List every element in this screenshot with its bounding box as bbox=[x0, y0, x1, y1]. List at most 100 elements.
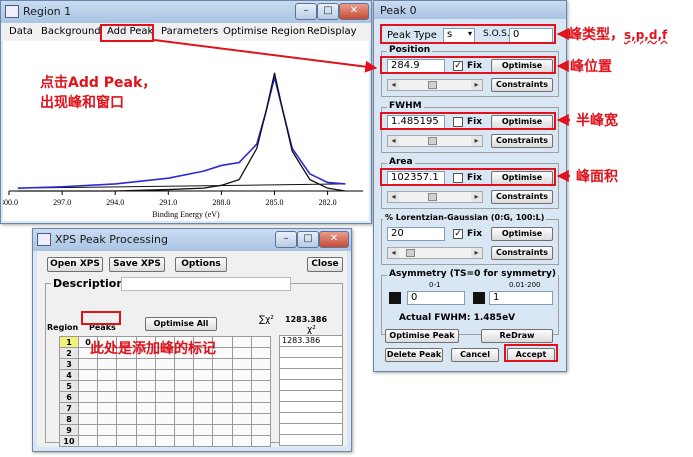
menu-optimise-region[interactable]: Optimise Region bbox=[223, 26, 305, 37]
row-number[interactable]: 10 bbox=[59, 435, 79, 447]
grid-cell[interactable] bbox=[231, 435, 252, 447]
grid-cell[interactable] bbox=[135, 358, 156, 370]
lg-optimise-button[interactable]: Optimise bbox=[491, 227, 553, 241]
grid-cell[interactable] bbox=[231, 369, 252, 381]
grid-cell[interactable] bbox=[154, 413, 175, 425]
grid-cell[interactable] bbox=[116, 358, 137, 370]
grid-cell[interactable] bbox=[154, 358, 175, 370]
asym-input-1[interactable]: 0 bbox=[407, 291, 465, 305]
row-number[interactable]: 3 bbox=[59, 358, 79, 370]
fwhm-slider[interactable]: ◂ ▸ bbox=[387, 135, 483, 147]
grid-cell[interactable] bbox=[193, 413, 214, 425]
grid-cell[interactable] bbox=[212, 413, 233, 425]
grid-cell[interactable] bbox=[135, 435, 156, 447]
grid-cell[interactable] bbox=[77, 424, 99, 436]
grid-cell[interactable] bbox=[173, 358, 195, 370]
delete-peak-button[interactable]: Delete Peak bbox=[385, 348, 443, 362]
fwhm-constraints-button[interactable]: Constraints bbox=[491, 134, 553, 148]
grid-cell[interactable] bbox=[135, 391, 156, 403]
grid-cell[interactable] bbox=[250, 336, 272, 348]
grid-cell[interactable] bbox=[97, 435, 118, 447]
open-xps-button[interactable]: Open XPS bbox=[47, 257, 103, 272]
menu-data[interactable]: Data bbox=[9, 26, 33, 37]
options-button[interactable]: Options bbox=[175, 257, 227, 272]
grid-cell[interactable] bbox=[231, 413, 252, 425]
peak-titlebar[interactable]: Peak 0 bbox=[374, 1, 566, 19]
grid-cell[interactable] bbox=[77, 380, 99, 392]
slider-thumb[interactable] bbox=[428, 193, 437, 201]
grid-cell[interactable] bbox=[193, 358, 214, 370]
grid-cell[interactable] bbox=[193, 369, 214, 381]
lg-fix-checkbox[interactable]: ✓ bbox=[453, 229, 463, 239]
description-input[interactable] bbox=[121, 277, 291, 291]
grid-cell[interactable] bbox=[193, 380, 214, 392]
xps-titlebar[interactable]: XPS Peak Processing – □ ✕ bbox=[33, 229, 351, 251]
row-number[interactable]: 5 bbox=[59, 380, 79, 392]
grid-cell[interactable] bbox=[116, 369, 137, 381]
grid-cell[interactable] bbox=[250, 391, 272, 403]
grid-cell[interactable] bbox=[173, 391, 195, 403]
grid-cell[interactable] bbox=[97, 402, 118, 414]
grid-cell[interactable] bbox=[116, 413, 137, 425]
grid-cell[interactable] bbox=[116, 424, 137, 436]
row-number[interactable]: 1 bbox=[59, 336, 79, 348]
row-number[interactable]: 6 bbox=[59, 391, 79, 403]
row-number[interactable]: 7 bbox=[59, 402, 79, 414]
maximize-button[interactable]: □ bbox=[317, 3, 339, 20]
grid-cell[interactable] bbox=[135, 369, 156, 381]
grid-cell[interactable] bbox=[212, 435, 233, 447]
xps-close-button[interactable]: ✕ bbox=[319, 231, 349, 248]
row-number[interactable]: 2 bbox=[59, 347, 79, 359]
grid-cell[interactable] bbox=[77, 358, 99, 370]
grid-cell[interactable] bbox=[77, 391, 99, 403]
grid-cell[interactable] bbox=[154, 435, 175, 447]
grid-cell[interactable] bbox=[116, 391, 137, 403]
grid-cell[interactable] bbox=[250, 413, 272, 425]
grid-cell[interactable] bbox=[77, 413, 99, 425]
grid-cell[interactable] bbox=[212, 402, 233, 414]
xps-minimize-button[interactable]: – bbox=[275, 231, 297, 248]
grid-cell[interactable] bbox=[250, 402, 272, 414]
grid-cell[interactable] bbox=[231, 424, 252, 436]
grid-cell[interactable] bbox=[250, 380, 272, 392]
close-button[interactable]: ✕ bbox=[339, 3, 369, 20]
grid-cell[interactable] bbox=[97, 380, 118, 392]
grid-cell[interactable] bbox=[97, 424, 118, 436]
grid-cell[interactable] bbox=[231, 347, 252, 359]
grid-cell[interactable] bbox=[154, 380, 175, 392]
grid-cell[interactable] bbox=[97, 413, 118, 425]
grid-cell[interactable] bbox=[193, 402, 214, 414]
grid-cell[interactable] bbox=[250, 369, 272, 381]
grid-cell[interactable] bbox=[212, 391, 233, 403]
grid-cell[interactable] bbox=[250, 347, 272, 359]
grid-cell[interactable] bbox=[193, 435, 214, 447]
grid-cell[interactable] bbox=[135, 380, 156, 392]
grid-cell[interactable] bbox=[135, 413, 156, 425]
menu-background[interactable]: Background bbox=[41, 26, 101, 37]
grid-cell[interactable] bbox=[173, 424, 195, 436]
grid-cell[interactable] bbox=[173, 402, 195, 414]
row-number[interactable]: 9 bbox=[59, 424, 79, 436]
grid-cell[interactable] bbox=[231, 402, 252, 414]
lg-constraints-button[interactable]: Constraints bbox=[491, 246, 553, 260]
menu-redisplay[interactable]: ReDisplay bbox=[307, 26, 357, 37]
xps-maximize-button[interactable]: □ bbox=[297, 231, 319, 248]
grid-cell[interactable] bbox=[154, 369, 175, 381]
row-number[interactable]: 8 bbox=[59, 413, 79, 425]
asym-input-2[interactable]: 1 bbox=[489, 291, 553, 305]
grid-cell[interactable] bbox=[231, 380, 252, 392]
slider-thumb[interactable] bbox=[428, 137, 437, 145]
grid-cell[interactable] bbox=[193, 391, 214, 403]
region-titlebar[interactable]: Region 1 – □ ✕ bbox=[1, 1, 371, 23]
grid-cell[interactable] bbox=[135, 402, 156, 414]
close-xps-button[interactable]: Close bbox=[307, 257, 343, 272]
menu-parameters[interactable]: Parameters bbox=[161, 26, 218, 37]
grid-cell[interactable] bbox=[173, 435, 195, 447]
area-slider[interactable]: ◂ ▸ bbox=[387, 191, 483, 203]
grid-cell[interactable] bbox=[231, 336, 252, 348]
grid-cell[interactable] bbox=[154, 391, 175, 403]
grid-cell[interactable] bbox=[135, 424, 156, 436]
grid-cell[interactable] bbox=[97, 369, 118, 381]
grid-cell[interactable] bbox=[116, 380, 137, 392]
optimise-peak-button[interactable]: Optimise Peak bbox=[385, 329, 459, 343]
